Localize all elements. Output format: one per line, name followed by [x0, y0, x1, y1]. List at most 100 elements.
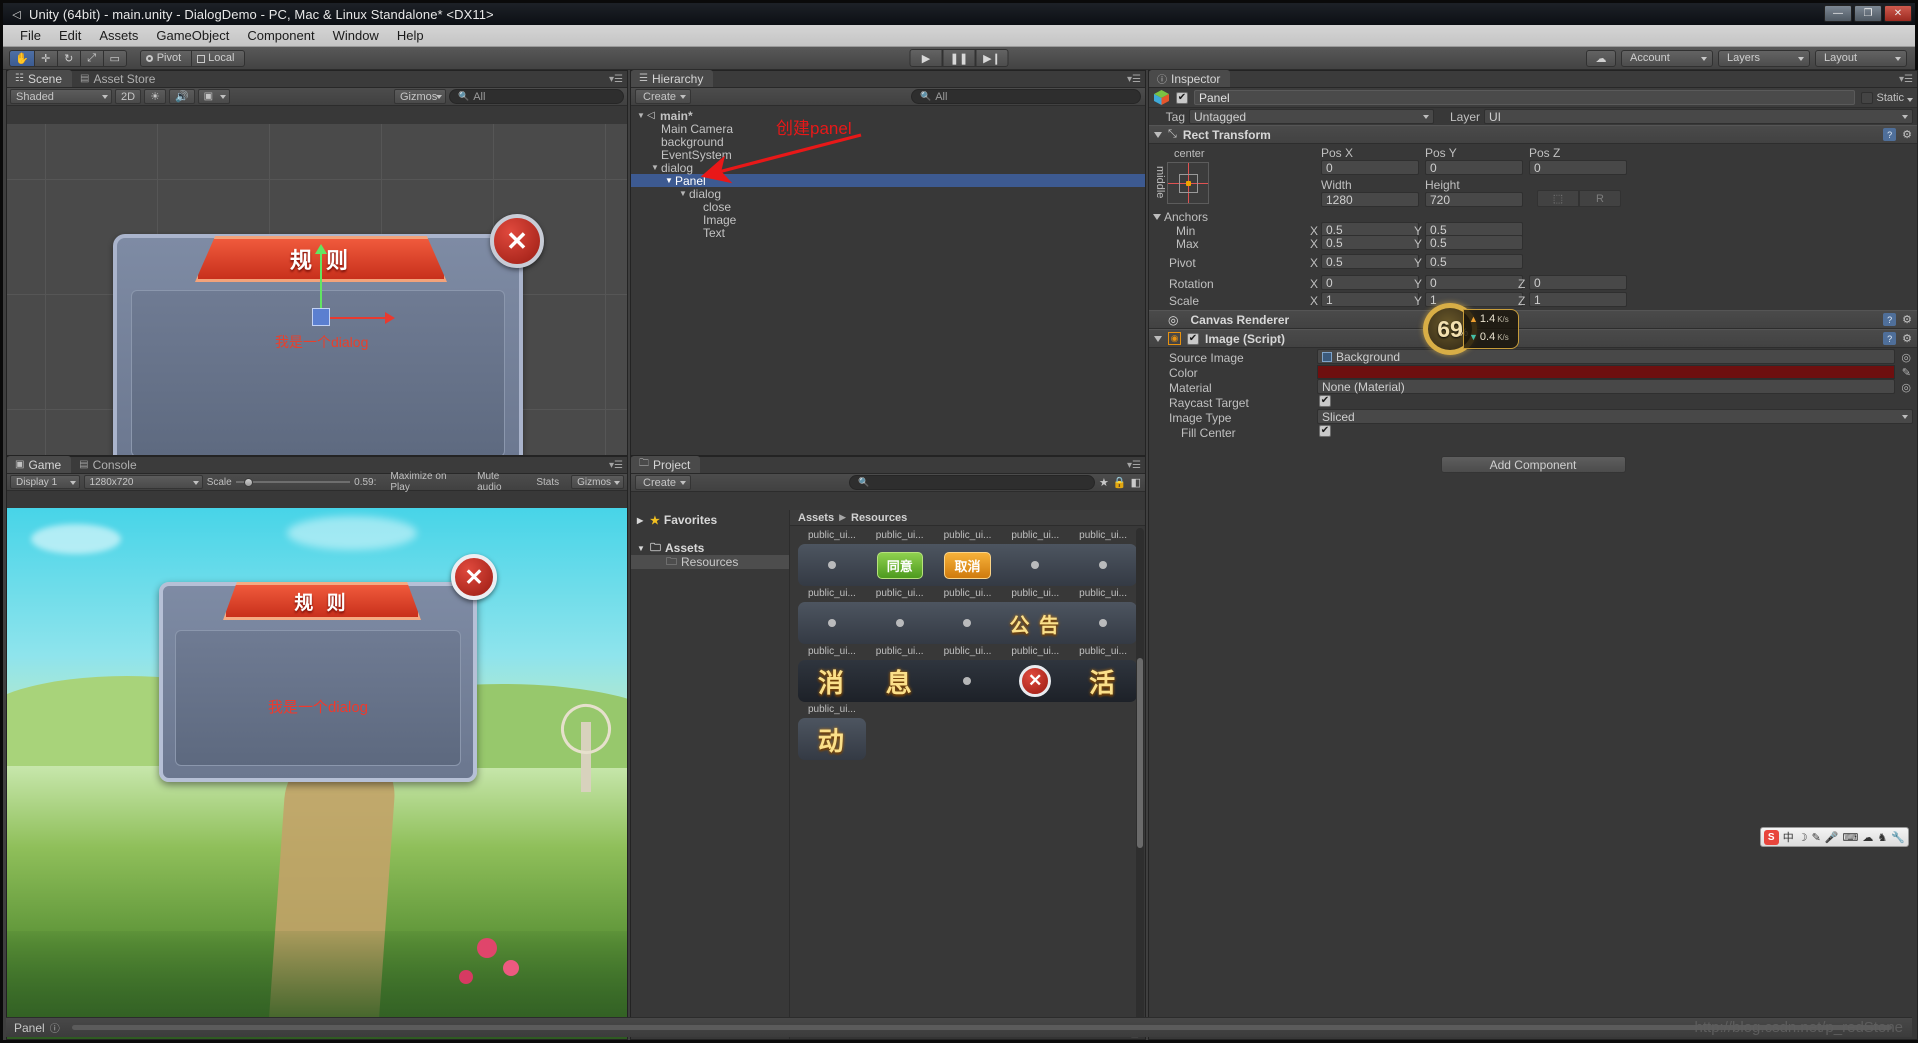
- scene-dialog-mock[interactable]: 规 则 我是一个dialog: [113, 234, 523, 455]
- asset-sprite-item[interactable]: [866, 619, 934, 627]
- hierarchy-search-input[interactable]: 🔍 All: [911, 89, 1141, 104]
- ime-pen-icon[interactable]: ✎: [1812, 831, 1821, 844]
- source-image-field[interactable]: Background: [1317, 349, 1895, 364]
- project-panel-menu-icon[interactable]: ▾☰: [1127, 460, 1141, 471]
- mute-audio-toggle[interactable]: Mute audio: [477, 471, 524, 493]
- fill-center-checkbox[interactable]: ✔: [1319, 425, 1331, 437]
- project-tree[interactable]: ▶★Favorites▼🗀Assets🗀Resources: [631, 510, 790, 1039]
- ime-mic-icon[interactable]: 🎤: [1825, 831, 1839, 844]
- inspector-panel-menu-icon[interactable]: ▾☰: [1899, 74, 1913, 85]
- rotation-z-input[interactable]: 0: [1529, 275, 1627, 290]
- ime-moon-icon[interactable]: ☽: [1798, 831, 1808, 844]
- scene-search-input[interactable]: 🔍 All: [449, 89, 624, 104]
- height-input[interactable]: 720: [1425, 192, 1523, 207]
- hierarchy-item[interactable]: Text: [631, 226, 1145, 239]
- help-icon[interactable]: ?: [1883, 313, 1896, 326]
- collapse-triangle-icon[interactable]: [1154, 132, 1162, 138]
- menu-component[interactable]: Component: [238, 26, 323, 45]
- raw-edit-mode-button[interactable]: R: [1579, 190, 1621, 207]
- project-lock-icon[interactable]: 🔒: [1113, 476, 1127, 489]
- maximize-on-play-toggle[interactable]: Maximize on Play: [390, 471, 465, 493]
- rotation-x-input[interactable]: 0: [1321, 275, 1419, 290]
- expand-triangle-icon[interactable]: ▼: [665, 176, 675, 185]
- pivot-x-input[interactable]: 0.5: [1321, 254, 1419, 269]
- minimize-button[interactable]: —: [1824, 5, 1852, 22]
- rotate-tool-button[interactable]: ↻: [57, 50, 81, 67]
- width-input[interactable]: 1280: [1321, 192, 1419, 207]
- hierarchy-item[interactable]: Main Camera: [631, 122, 1145, 135]
- gizmo-center-handle[interactable]: [312, 308, 330, 326]
- gizmo-y-axis[interactable]: [320, 252, 322, 312]
- slider-knob[interactable]: [244, 478, 253, 487]
- hierarchy-item[interactable]: close: [631, 200, 1145, 213]
- tab-game[interactable]: ▣ Game: [7, 456, 71, 473]
- ime-cloud-icon[interactable]: ☁: [1862, 831, 1873, 844]
- image-enabled-checkbox[interactable]: ✔: [1187, 333, 1199, 345]
- asset-sprite-item[interactable]: ✕: [1001, 665, 1069, 697]
- eyedropper-icon[interactable]: ✎: [1902, 366, 1911, 379]
- project-asset-browser[interactable]: Assets ▶ Resources public_ui...public_ui…: [790, 510, 1145, 1039]
- hand-tool-button[interactable]: ✋: [9, 50, 35, 67]
- blueprint-mode-icon[interactable]: ⬚: [1537, 190, 1579, 207]
- expand-triangle-icon[interactable]: ▼: [651, 163, 661, 172]
- stats-toggle[interactable]: Stats: [536, 477, 559, 488]
- scene-fx-dropdown[interactable]: ▣: [198, 89, 230, 104]
- hierarchy-create-button[interactable]: Create: [635, 89, 691, 104]
- network-speed-widget[interactable]: 69 % ▲ 1.4 K/s ▼ 0.4 K/s: [1423, 303, 1519, 355]
- game-panel-menu-icon[interactable]: ▾☰: [609, 460, 623, 471]
- step-button[interactable]: ▶❙: [976, 49, 1009, 67]
- tab-hierarchy[interactable]: ☰ Hierarchy: [631, 70, 713, 87]
- image-type-dropdown[interactable]: Sliced: [1317, 409, 1913, 424]
- canvas-renderer-header[interactable]: ◎ Canvas Renderer ? ⚙: [1149, 310, 1917, 329]
- pos-x-input[interactable]: 0: [1321, 160, 1419, 175]
- display-dropdown[interactable]: Display 1: [10, 475, 80, 489]
- project-scrollbar[interactable]: [1136, 528, 1144, 1021]
- rect-transform-header[interactable]: ⤡ Rect Transform ? ⚙: [1149, 125, 1917, 144]
- game-canvas[interactable]: 规 则 我是一个dialog ✕: [7, 508, 627, 1039]
- anchor-max-x-input[interactable]: 0.5: [1321, 235, 1419, 250]
- scene-panel-menu-icon[interactable]: ▾☰: [609, 74, 623, 85]
- expand-triangle-icon[interactable]: ▶: [637, 516, 646, 525]
- rotation-y-input[interactable]: 0: [1425, 275, 1523, 290]
- static-checkbox[interactable]: [1861, 92, 1873, 104]
- pos-z-input[interactable]: 0: [1529, 160, 1627, 175]
- info-icon[interactable]: ⓘ: [50, 1020, 60, 1035]
- asset-sprite-item[interactable]: 公 告: [1001, 609, 1069, 638]
- project-tree-item[interactable]: ▼🗀Assets: [631, 541, 789, 555]
- tab-asset-store[interactable]: ▤ Asset Store: [72, 70, 165, 87]
- layout-dropdown[interactable]: Layout: [1815, 50, 1907, 67]
- ime-toolbar[interactable]: S 中 ☽ ✎ 🎤 ⌨ ☁ ♞ 🔧: [1760, 827, 1909, 847]
- scale-z-input[interactable]: 1: [1529, 292, 1627, 307]
- gear-icon[interactable]: ⚙: [1902, 332, 1912, 345]
- project-scrollbar-thumb[interactable]: [1137, 658, 1143, 848]
- cloud-icon[interactable]: ☁: [1586, 50, 1616, 67]
- asset-sprite-row[interactable]: 公 告: [798, 602, 1137, 644]
- maximize-button[interactable]: ❐: [1854, 5, 1882, 22]
- hierarchy-item[interactable]: Image: [631, 213, 1145, 226]
- game-gizmos-dropdown[interactable]: Gizmos: [571, 475, 624, 489]
- layer-dropdown[interactable]: UI: [1484, 109, 1913, 124]
- asset-sprite-item[interactable]: 同意: [866, 552, 934, 579]
- hierarchy-item[interactable]: background: [631, 135, 1145, 148]
- tag-dropdown[interactable]: Untagged: [1189, 109, 1434, 124]
- layers-dropdown[interactable]: Layers: [1718, 50, 1810, 67]
- ime-tools-icon[interactable]: 🔧: [1891, 831, 1905, 844]
- ime-keyboard-icon[interactable]: ⌨: [1843, 831, 1859, 844]
- menu-gameobject[interactable]: GameObject: [147, 26, 238, 45]
- collapse-triangle-icon[interactable]: [1154, 336, 1162, 342]
- gear-icon[interactable]: ⚙: [1902, 128, 1912, 141]
- gear-icon[interactable]: ⚙: [1902, 313, 1912, 326]
- scene-canvas[interactable]: 规 则 我是一个dialog ✕: [7, 124, 627, 455]
- scene-audio-icon[interactable]: 🔊: [169, 89, 195, 104]
- project-filter-icon[interactable]: ◧: [1131, 476, 1141, 489]
- scale-slider[interactable]: [236, 476, 350, 489]
- tab-scene[interactable]: ☷ Scene: [7, 70, 72, 87]
- scene-close-button-mock[interactable]: ✕: [490, 214, 544, 268]
- object-enabled-checkbox[interactable]: ✔: [1176, 92, 1188, 104]
- rect-tool-button[interactable]: ▭: [103, 50, 127, 67]
- pos-y-input[interactable]: 0: [1425, 160, 1523, 175]
- anchor-max-y-input[interactable]: 0.5: [1425, 235, 1523, 250]
- asset-sprite-item[interactable]: 消: [798, 663, 866, 700]
- expand-triangle-icon[interactable]: ▼: [637, 111, 647, 120]
- asset-sprite-item[interactable]: 动: [798, 721, 866, 758]
